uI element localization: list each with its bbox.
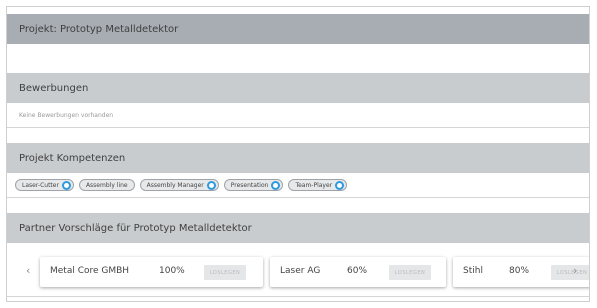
start-button[interactable]: LOSLEGEN: [551, 265, 589, 280]
start-button[interactable]: LOSLEGEN: [389, 265, 431, 280]
applications-empty-text: Keine Bewerbungen vorhanden: [19, 111, 114, 119]
chip-label: Team-Player: [295, 181, 333, 189]
chip-label: Assembly Manager: [146, 181, 204, 189]
applications-title: Bewerbungen: [19, 82, 89, 94]
chip-presentation[interactable]: Presentation: [223, 179, 284, 191]
chip-label: Assembly line: [85, 181, 128, 189]
start-button[interactable]: LOSLEGEN: [204, 265, 246, 280]
partner-card: Laser AG 60% LOSLEGEN: [270, 257, 446, 287]
chip-assembly-line[interactable]: Assembly line: [78, 179, 135, 191]
selected-circle-icon: [206, 180, 216, 190]
chip-assembly-manager[interactable]: Assembly Manager: [139, 179, 219, 191]
partner-card: Metal Core GMBH 100% LOSLEGEN: [40, 257, 263, 287]
selected-circle-icon: [271, 180, 281, 190]
competencies-title: Projekt Kompetenzen: [19, 152, 126, 164]
selected-circle-icon: [335, 180, 345, 190]
partner-name: Metal Core GMBH: [50, 266, 130, 276]
partner-match: 100%: [159, 266, 185, 276]
partner-match: 80%: [509, 266, 530, 276]
competency-chips: Laser-Cutter Assembly line Assembly Mana…: [7, 173, 589, 198]
partner-name: Laser AG: [280, 266, 321, 276]
chevron-right-icon[interactable]: ›: [573, 264, 577, 277]
partner-name: Stihl: [463, 266, 483, 276]
applications-empty: Keine Bewerbungen vorhanden: [7, 103, 589, 128]
partner-card: Stihl 80% LOSLEGEN: [453, 257, 589, 287]
partners-title: Partner Vorschläge für Prototyp Metallde…: [19, 222, 252, 234]
chip-label: Laser-Cutter: [22, 181, 59, 189]
project-panel: Projekt: Prototyp Metalldetektor Bewerbu…: [6, 6, 590, 302]
chip-label: Presentation: [230, 181, 269, 189]
project-title-bar: Projekt: Prototyp Metalldetektor: [7, 14, 589, 44]
partner-match: 60%: [347, 266, 368, 276]
partner-carousel: Metal Core GMBH 100% LOSLEGEN Laser AG 6…: [7, 251, 589, 297]
partners-header: Partner Vorschläge für Prototyp Metallde…: [7, 213, 589, 243]
applications-header: Bewerbungen: [7, 73, 589, 103]
chip-team-player[interactable]: Team-Player: [288, 179, 348, 191]
competencies-header: Projekt Kompetenzen: [7, 143, 589, 173]
chevron-left-icon[interactable]: ‹: [26, 264, 30, 277]
selected-circle-icon: [61, 180, 71, 190]
project-title: Projekt: Prototyp Metalldetektor: [19, 23, 179, 35]
chip-laser-cutter[interactable]: Laser-Cutter: [15, 179, 74, 191]
